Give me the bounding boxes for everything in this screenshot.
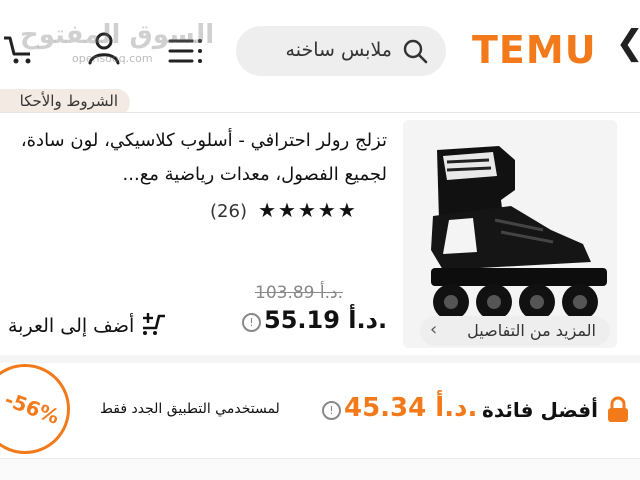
- add-to-cart-button[interactable]: أضف إلى العربة: [8, 310, 167, 337]
- review-count[interactable]: (26): [210, 201, 247, 222]
- temu-logo[interactable]: TEMU: [472, 28, 597, 72]
- star-icon: ★: [297, 198, 316, 222]
- promo-note: لمستخدمي التطبيق الجدد فقط: [100, 401, 280, 417]
- star-icon: ★: [258, 198, 276, 222]
- star-icon: ★: [337, 198, 356, 222]
- more-details-button[interactable]: ‹ المزيد من التفاصيل: [420, 316, 610, 346]
- roller-skate-image: [403, 120, 617, 348]
- search-bar[interactable]: ملابس ساخنه: [236, 26, 446, 76]
- best-value-label: أفضل فائدة: [482, 398, 598, 422]
- bottom-edge: [0, 458, 640, 480]
- rating: ★★★★★ (26): [210, 198, 356, 222]
- promo-info-icon[interactable]: !: [322, 401, 341, 420]
- watermark-subtext: opensooq.com: [72, 52, 153, 65]
- card-divider: [0, 112, 640, 113]
- star-icon: ★: [317, 198, 336, 222]
- more-details-label: المزيد من التفاصيل: [467, 321, 596, 340]
- lock-icon: [606, 396, 630, 428]
- close-icon[interactable]: ❮: [616, 26, 640, 60]
- product-image[interactable]: [403, 120, 617, 348]
- terms-label: الشروط والأحكا: [19, 92, 118, 110]
- original-price: 103.89 د.أ.: [255, 283, 343, 303]
- add-cart-icon: [134, 313, 167, 336]
- search-icon[interactable]: [402, 38, 428, 68]
- top-header: ❮ TEMU ملابس ساخنه السوق المفتوح opensoo…: [0, 0, 640, 100]
- search-input[interactable]: ملابس ساخنه: [286, 39, 392, 61]
- chevron-left-icon: ‹: [430, 319, 438, 340]
- best-value-price: 45.34 د.أ.: [344, 393, 478, 423]
- product-title[interactable]: تزلج رولر احترافي - أسلوب كلاسيكي، لون س…: [0, 124, 387, 192]
- star-icon: ★: [278, 198, 296, 222]
- section-divider: [0, 355, 640, 363]
- price-info-icon[interactable]: !: [242, 313, 261, 332]
- add-to-cart-label: أضف إلى العربة: [8, 315, 135, 337]
- sale-price: 55.19 د.أ.: [264, 306, 388, 334]
- watermark-text: السوق المفتوح: [20, 20, 215, 50]
